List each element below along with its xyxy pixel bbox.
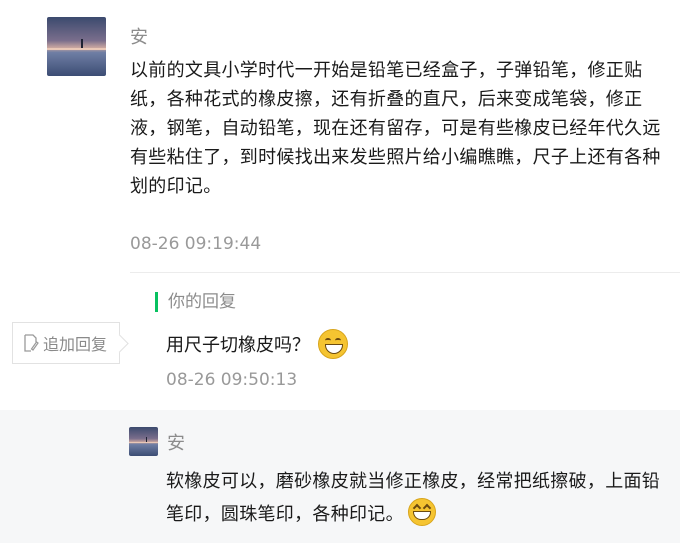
comment-text: 以前的文具小学时代一开始是铅笔已经盒子，子弹铅笔，修正贴纸，各种花式的橡皮擦，还… xyxy=(130,60,661,197)
edit-document-icon xyxy=(23,334,39,352)
comment-timestamp: 08-26 09:19:44 xyxy=(130,234,262,254)
avatar-horizon xyxy=(47,48,106,50)
divider xyxy=(130,272,680,273)
reply-label: 你的回复 xyxy=(155,292,236,312)
reply-content: 用尺子切橡皮吗？ xyxy=(166,329,348,359)
grinning-face-emoji-icon xyxy=(318,329,348,359)
comment-avatar[interactable] xyxy=(47,17,106,76)
comment-author: 安 xyxy=(130,27,148,48)
sub-reply-content: 软橡皮可以，磨砂橡皮就当修正橡皮，经常把纸擦破，上面铅笔印，圆珠笔印，各种印记。 xyxy=(166,466,666,531)
avatar-horizon xyxy=(129,442,158,443)
grinning-squinting-face-emoji-icon xyxy=(407,498,436,526)
add-reply-button[interactable]: 追加回复 xyxy=(12,322,120,364)
reply-timestamp: 08-26 09:50:13 xyxy=(166,370,298,390)
add-reply-label: 追加回复 xyxy=(43,335,108,354)
avatar-figure xyxy=(81,39,83,48)
sub-reply-avatar[interactable] xyxy=(129,427,158,456)
sub-reply-author: 安 xyxy=(167,433,185,454)
avatar-figure xyxy=(146,437,147,442)
reply-text: 用尺子切橡皮吗？ xyxy=(166,335,310,356)
